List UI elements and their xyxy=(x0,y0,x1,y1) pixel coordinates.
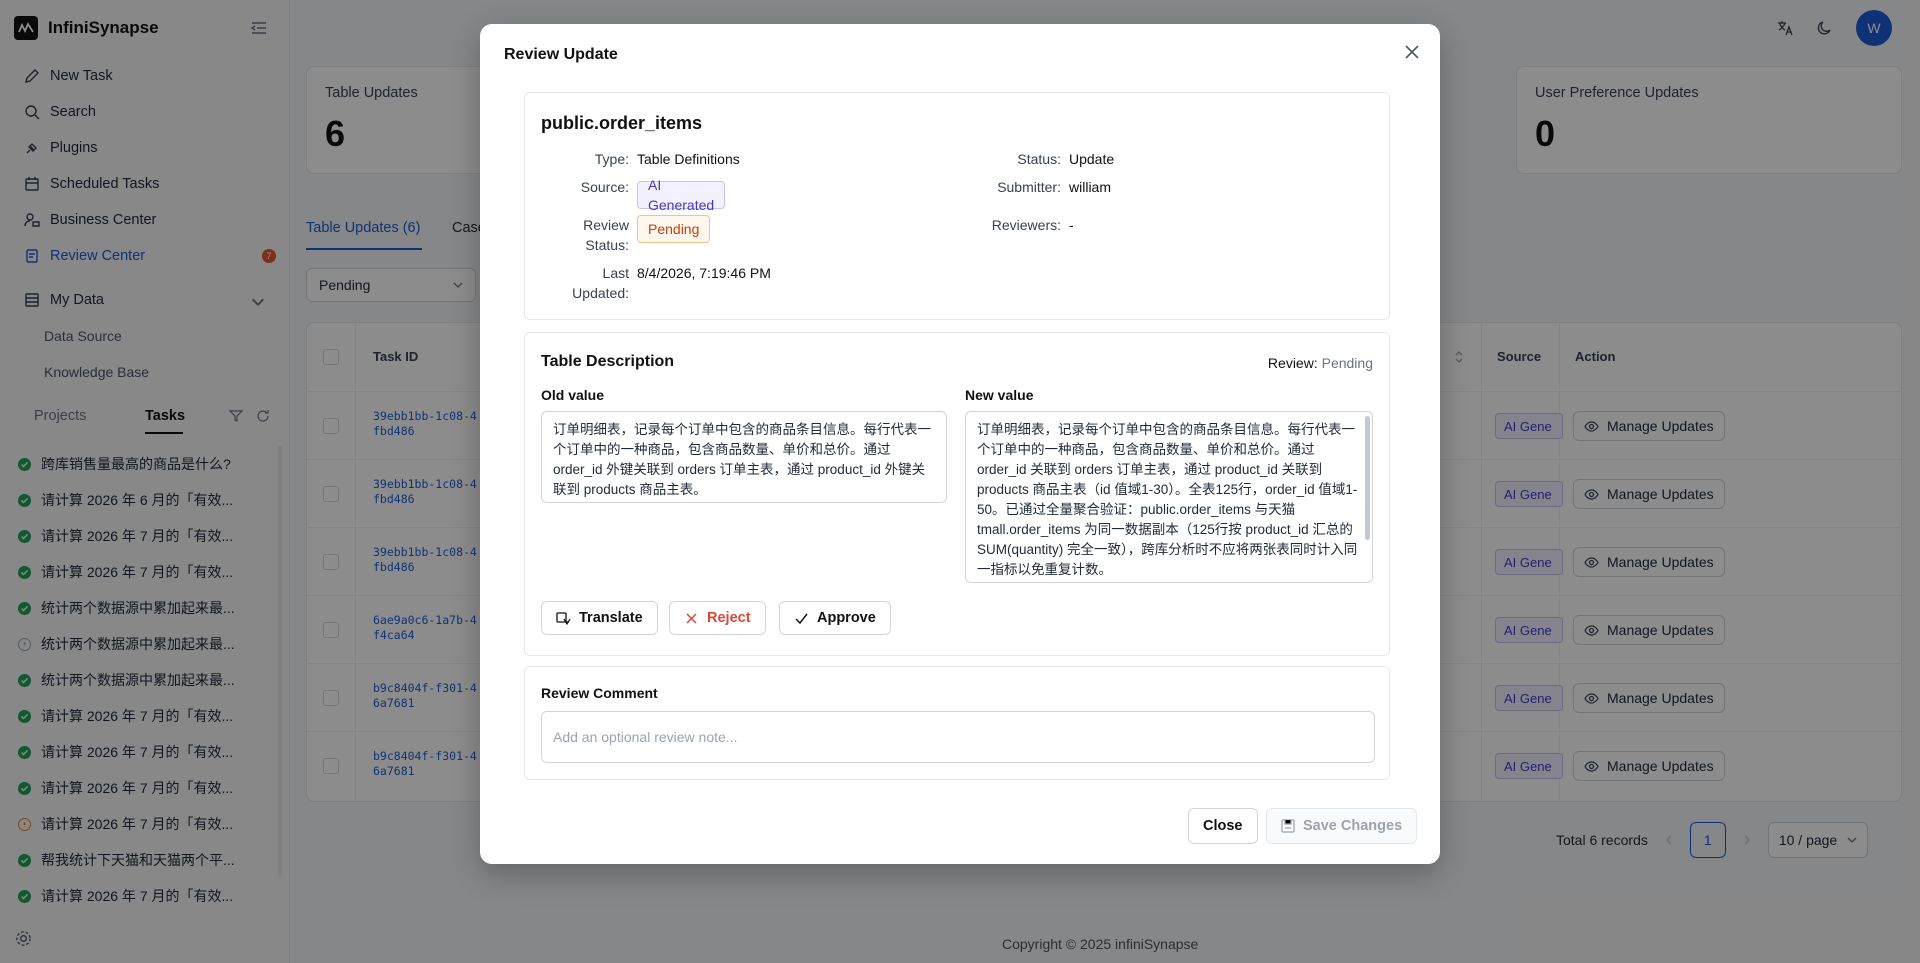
close-icon xyxy=(686,612,697,624)
field-value: Update xyxy=(1069,151,1115,167)
field-label: Reviewers: xyxy=(991,217,1061,233)
field-value: Table Definitions xyxy=(637,151,740,167)
field-label: Last xyxy=(602,265,629,281)
field-label: Type: xyxy=(594,151,629,167)
review-label: Review: xyxy=(1267,355,1318,371)
review-comment-panel: Review Comment xyxy=(524,666,1390,780)
new-value-textarea[interactable]: 订单明细表，记录每个订单中包含的商品条目信息。每行代表一个订单中的一种商品，包含… xyxy=(965,411,1373,583)
review-state: Review: Pending xyxy=(1268,355,1373,371)
save-changes-button[interactable]: Save Changes xyxy=(1266,808,1418,844)
reject-button[interactable]: Reject xyxy=(669,601,766,635)
old-value-label: Old value xyxy=(541,387,605,403)
review-value: Pending xyxy=(1321,355,1373,371)
button-label: Reject xyxy=(707,610,751,626)
field-value: 8/4/2026, 7:19:46 PM xyxy=(637,265,771,281)
button-label: Save Changes xyxy=(1303,818,1403,834)
review-update-modal: Review Update public.order_items Type: T… xyxy=(480,24,1440,864)
approve-button[interactable]: Approve xyxy=(779,601,891,635)
field-value: william xyxy=(1069,179,1111,195)
field-label: Status: xyxy=(585,237,629,253)
field-label: Source: xyxy=(580,179,629,195)
review-comment-label: Review Comment xyxy=(541,685,658,701)
field-label: Updated: xyxy=(572,285,629,301)
review-comment-input[interactable] xyxy=(541,711,1375,763)
translate-button[interactable]: Translate xyxy=(541,601,658,635)
new-value-label: New value xyxy=(965,387,1034,403)
review-status-tag: Pending xyxy=(637,215,711,243)
new-value-text: 订单明细表，记录每个订单中包含的商品条目信息。每行代表一个订单中的一种商品，包含… xyxy=(977,422,1358,577)
close-icon[interactable] xyxy=(1402,42,1422,62)
close-button[interactable]: Close xyxy=(1188,808,1258,844)
field-label: Review xyxy=(583,217,629,233)
check-icon xyxy=(795,613,808,624)
table-name: public.order_items xyxy=(541,113,703,133)
field-value: - xyxy=(1069,217,1074,233)
table-description-panel: Table Description Review: Pending Old va… xyxy=(524,332,1390,656)
save-icon xyxy=(1281,819,1295,833)
modal-title: Review Update xyxy=(504,46,618,63)
update-details-panel: public.order_items Type: Table Definitio… xyxy=(524,92,1390,320)
field-label: Status: xyxy=(1017,151,1061,167)
old-value-text: 订单明细表，记录每个订单中包含的商品条目信息。每行代表一个订单中的一种商品，包含… xyxy=(541,411,947,503)
translate-icon xyxy=(556,611,571,625)
section-title: Table Description xyxy=(541,353,675,370)
button-label: Translate xyxy=(579,610,643,626)
button-label: Approve xyxy=(817,610,876,626)
textarea-scrollbar[interactable] xyxy=(1365,416,1370,540)
source-tag: AI Generated xyxy=(637,177,726,213)
field-label: Submitter: xyxy=(997,179,1061,195)
